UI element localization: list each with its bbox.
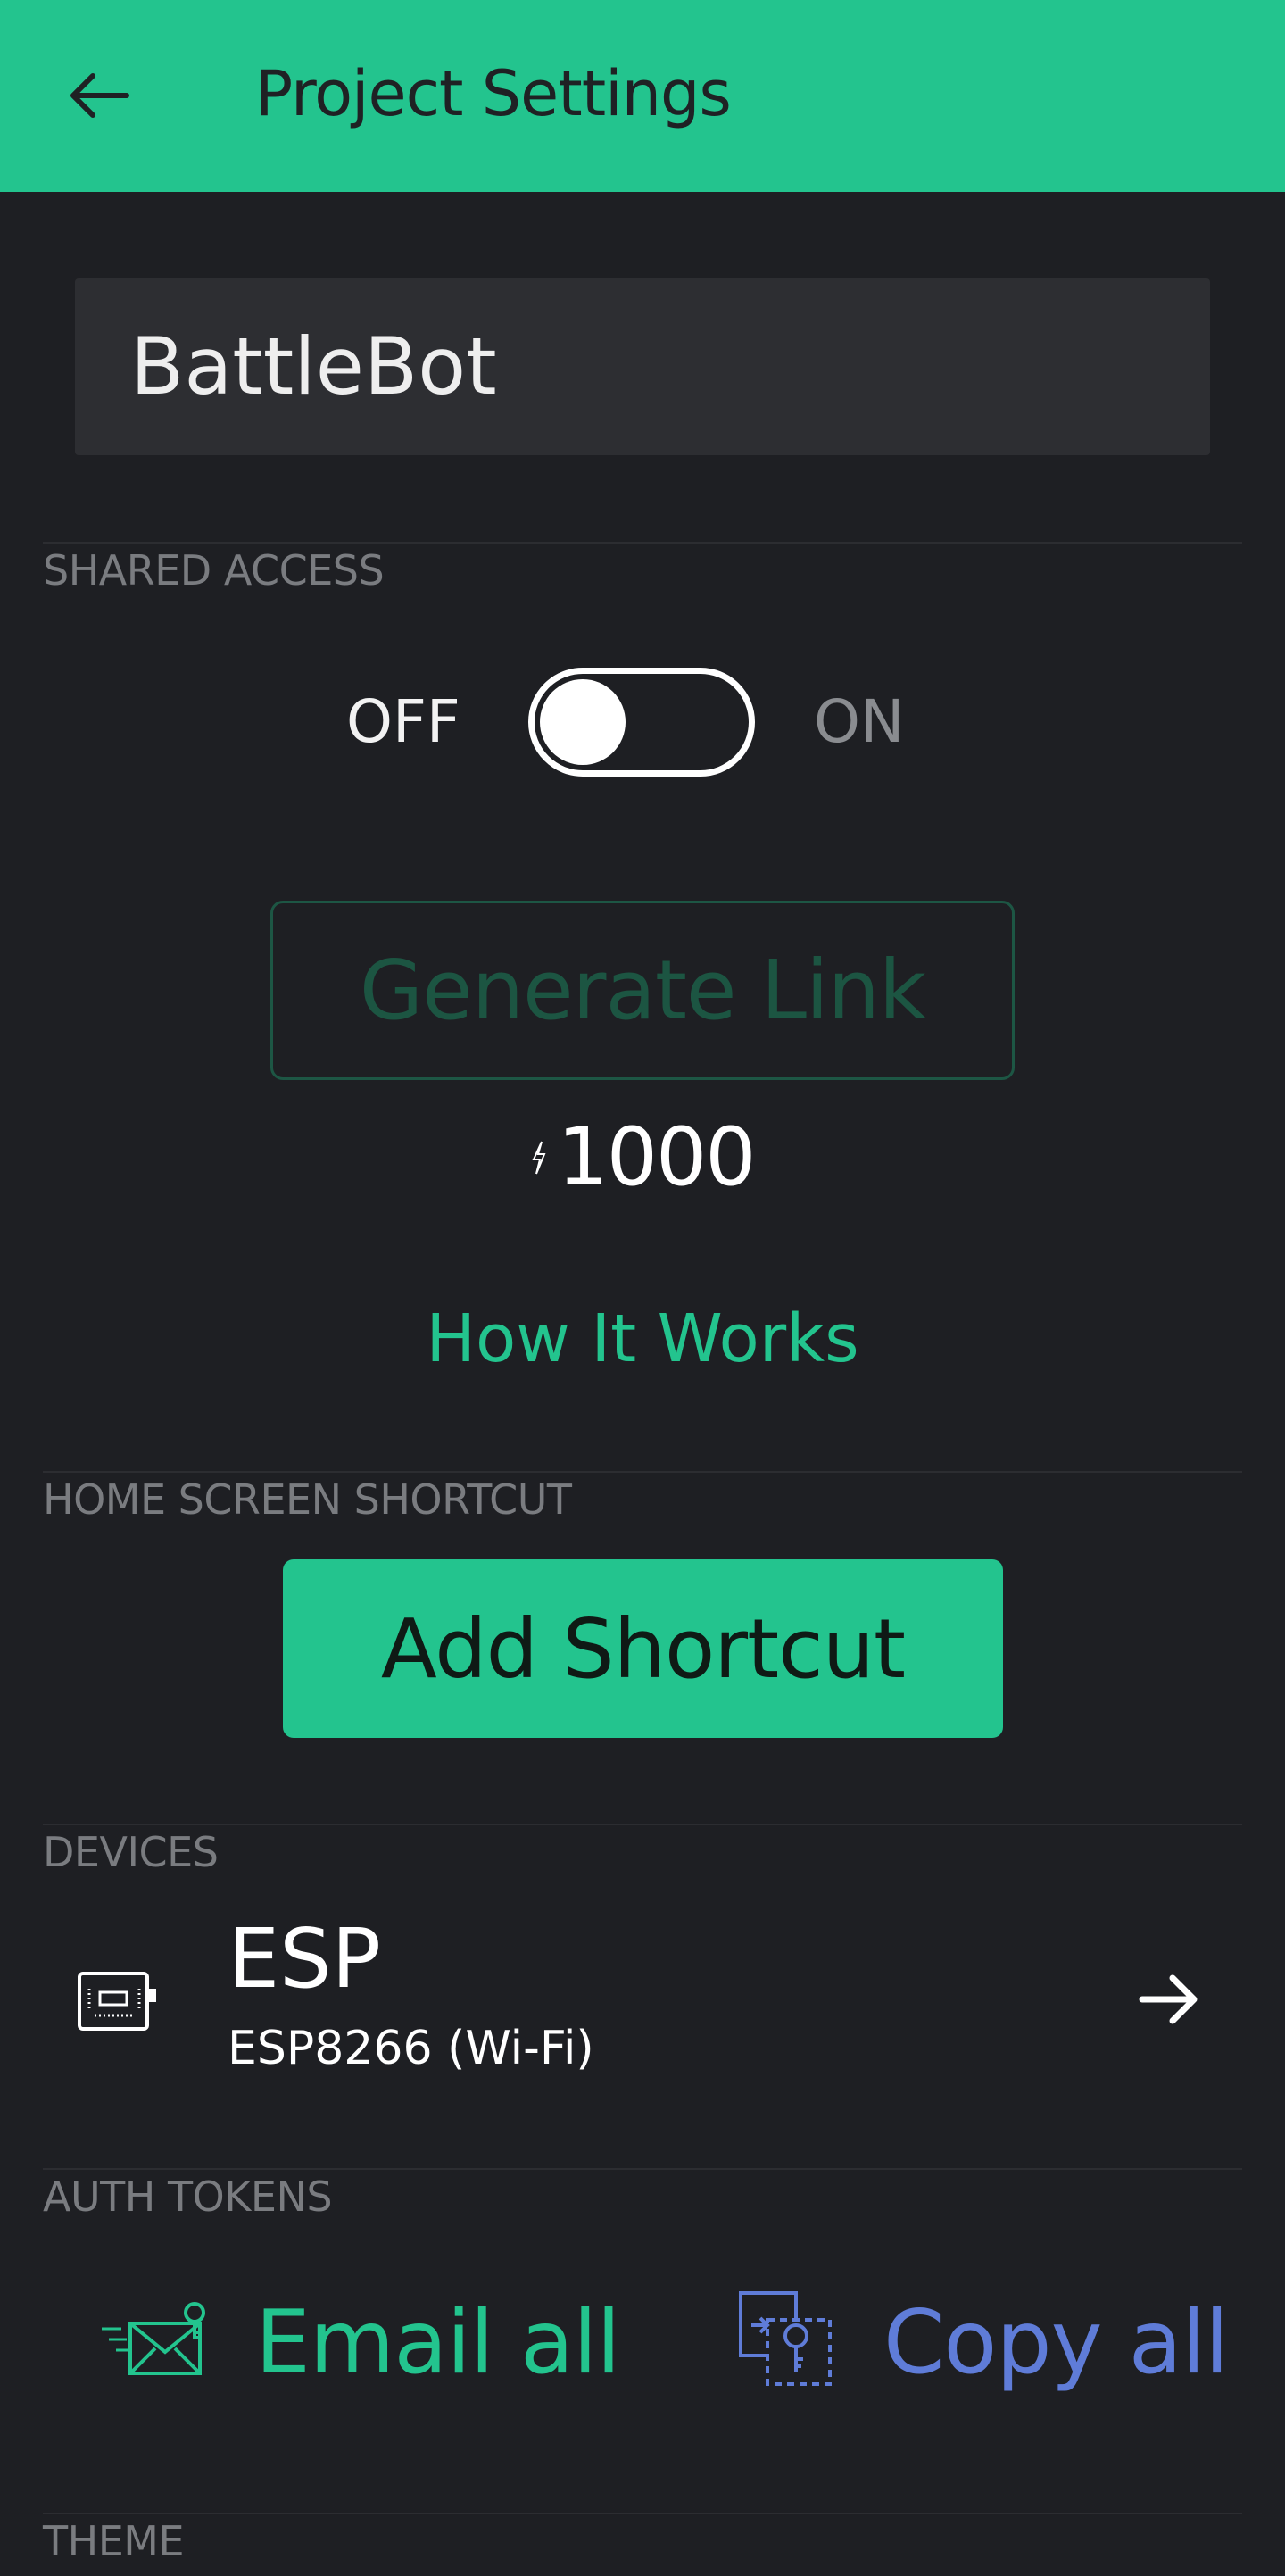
section-divider: [43, 2168, 1242, 2170]
arrow-left-icon: [70, 73, 129, 118]
section-label-home-screen-shortcut: HOME SCREEN SHORTCUT: [43, 1475, 572, 1524]
email-all-button[interactable]: Email all: [255, 2281, 621, 2406]
device-board-icon: [78, 1972, 156, 2031]
energy-bolt-icon: [532, 1141, 546, 1175]
section-divider: [43, 542, 1242, 544]
page-title: Project Settings: [255, 57, 732, 130]
device-name: ESP: [228, 1911, 382, 2007]
project-name-field[interactable]: BattleBot: [75, 278, 1210, 455]
toggle-off-label: OFF: [346, 687, 460, 756]
shared-access-toggle-row: OFF ON: [0, 664, 1285, 780]
device-row[interactable]: ESP ESP8266 (Wi-Fi): [0, 1892, 1285, 2107]
section-label-shared-access: SHARED ACCESS: [43, 546, 385, 594]
device-model: ESP8266 (Wi-Fi): [228, 2022, 594, 2075]
arrow-right-icon[interactable]: [1133, 1964, 1205, 2035]
section-divider: [43, 1824, 1242, 1825]
section-label-devices: DEVICES: [43, 1828, 219, 1876]
toggle-on-label: ON: [814, 687, 905, 756]
generate-link-button[interactable]: Generate Link: [270, 901, 1015, 1080]
section-label-theme: THEME: [43, 2517, 185, 2565]
section-divider: [43, 2513, 1242, 2514]
toggle-knob: [540, 679, 626, 765]
copy-all-button[interactable]: Copy all: [883, 2281, 1229, 2406]
email-key-icon[interactable]: [100, 2297, 216, 2386]
copy-key-icon[interactable]: [737, 2289, 835, 2388]
auth-tokens-row: Email all Copy all: [0, 2281, 1285, 2406]
section-divider: [43, 1471, 1242, 1473]
shared-access-toggle[interactable]: [528, 668, 755, 777]
project-name-value: BattleBot: [130, 320, 497, 412]
add-shortcut-button[interactable]: Add Shortcut: [283, 1559, 1003, 1738]
app-header: Project Settings: [0, 0, 1285, 192]
cost-display: 1000: [0, 1109, 1285, 1207]
section-label-auth-tokens: AUTH TOKENS: [43, 2173, 333, 2221]
cost-value: 1000: [557, 1110, 756, 1204]
how-it-works-link[interactable]: How It Works: [0, 1294, 1285, 1384]
back-button[interactable]: [59, 55, 139, 136]
